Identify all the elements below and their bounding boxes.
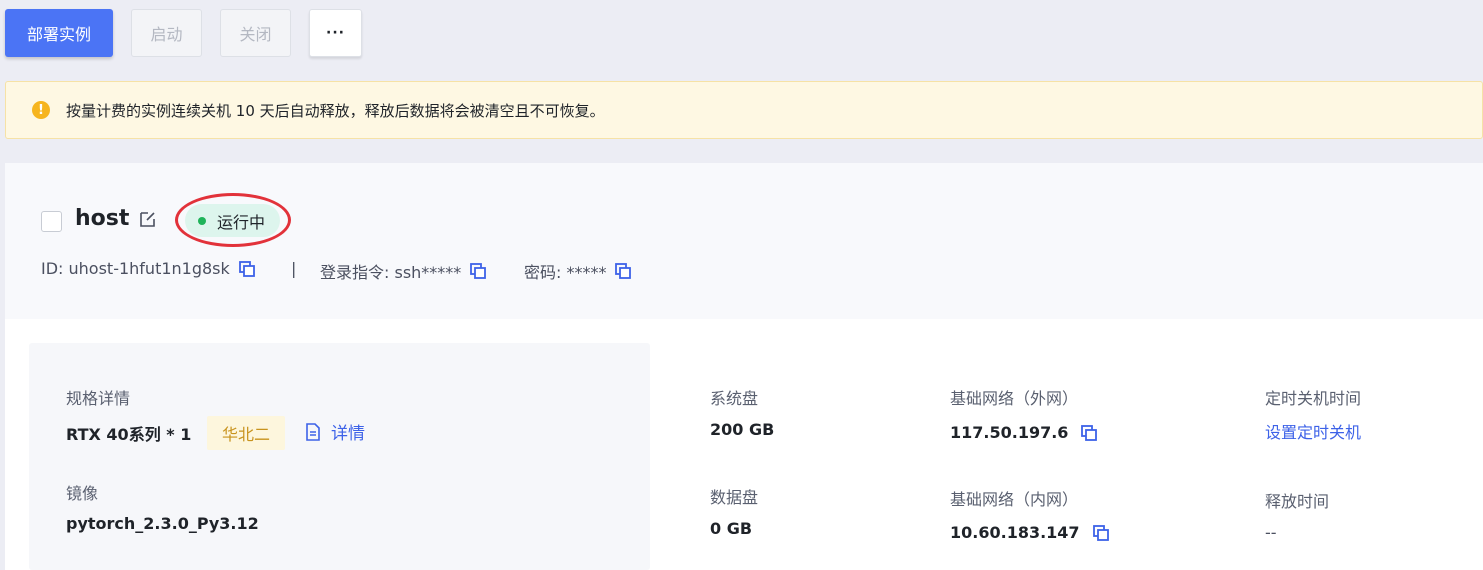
status-dot-icon: [198, 216, 206, 225]
private-ip: 10.60.183.147: [950, 523, 1110, 542]
system-disk-label: 系统盘: [710, 389, 759, 408]
instance-card-body: 规格详情 RTX 40系列 * 1 华北二 镜像 pytorch_2.3.0_P…: [5, 319, 1483, 570]
copy-private-ip-icon[interactable]: [1092, 524, 1110, 542]
public-network-label: 基础网络（外网）: [950, 389, 1079, 408]
copy-id-icon[interactable]: [238, 260, 256, 278]
instance-id-text: ID: uhost-1hfut1n1g8sk: [41, 259, 230, 278]
spec-value: RTX 40系列 * 1: [66, 425, 192, 444]
release-time-label: 释放时间: [1265, 492, 1330, 511]
private-ip-text: 10.60.183.147: [950, 523, 1080, 542]
public-ip: 117.50.197.6: [950, 423, 1098, 442]
meta-separator: |: [291, 259, 297, 278]
auto-release-notice: ! 按量计费的实例连续关机 10 天后自动释放，释放后数据将会被清空且不可恢复。: [5, 81, 1483, 139]
deploy-instance-button[interactable]: 部署实例: [5, 9, 113, 57]
status-text: 运行中: [217, 212, 266, 232]
stop-button[interactable]: 关闭: [220, 9, 291, 57]
more-actions-button[interactable]: ···: [309, 9, 362, 57]
instance-card-header: host 运行中 ID: uhost-1hfut1n1g8sk | 登录指令: …: [5, 163, 1483, 319]
password: 密码: *****: [524, 259, 632, 283]
instance-id: ID: uhost-1hfut1n1g8sk: [41, 259, 256, 278]
instance-name: host: [75, 206, 130, 231]
image-value: pytorch_2.3.0_Py3.12: [66, 514, 259, 533]
copy-password-icon[interactable]: [614, 262, 632, 280]
copy-public-ip-icon[interactable]: [1080, 424, 1098, 442]
copy-login-command-icon[interactable]: [469, 262, 487, 280]
warning-icon: !: [32, 101, 50, 119]
system-disk-value: 200 GB: [710, 420, 775, 439]
status-badge: 运行中: [185, 204, 280, 237]
set-scheduled-shutdown-link[interactable]: 设置定时关机: [1265, 419, 1361, 443]
instance-select-checkbox[interactable]: [41, 211, 62, 232]
data-disk-label: 数据盘: [710, 488, 759, 507]
image-label: 镜像: [66, 484, 99, 503]
scheduled-shutdown-label: 定时关机时间: [1265, 389, 1362, 408]
edit-icon[interactable]: [138, 209, 158, 229]
data-disk-value: 0 GB: [710, 519, 753, 538]
detail-link-text: 详情: [331, 424, 365, 444]
notice-text: 按量计费的实例连续关机 10 天后自动释放，释放后数据将会被清空且不可恢复。: [66, 101, 605, 120]
spec-panel: 规格详情 RTX 40系列 * 1 华北二 镜像 pytorch_2.3.0_P…: [29, 343, 650, 570]
private-network-label: 基础网络（内网）: [950, 490, 1079, 509]
document-icon: [306, 422, 320, 441]
login-command: 登录指令: ssh*****: [320, 259, 487, 283]
public-ip-text: 117.50.197.6: [950, 423, 1069, 442]
password-text: 密码: *****: [524, 263, 607, 282]
region-badge: 华北二: [207, 416, 285, 450]
spec-detail-link[interactable]: 详情: [305, 419, 365, 444]
spec-label: 规格详情: [66, 389, 131, 408]
login-command-text: 登录指令: ssh*****: [320, 263, 462, 282]
release-time-value: --: [1265, 523, 1277, 542]
start-button[interactable]: 启动: [131, 9, 202, 57]
